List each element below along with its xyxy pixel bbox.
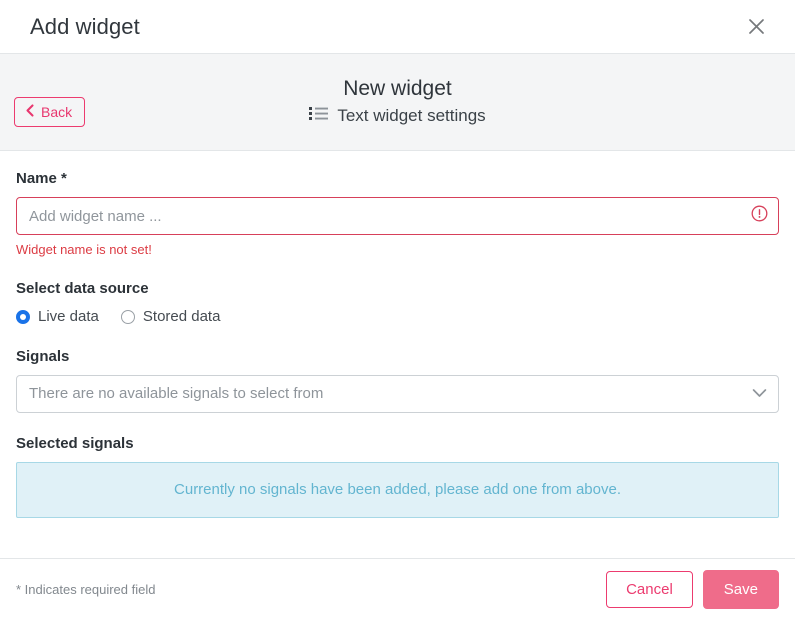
radio-stored-data-label: Stored data bbox=[142, 308, 221, 325]
radio-live-data-label: Live data bbox=[38, 308, 99, 325]
data-source-label: Select data source bbox=[16, 280, 149, 297]
close-icon bbox=[747, 17, 766, 36]
widget-subheader: Back New widget Text widget settings bbox=[0, 54, 795, 151]
data-source-radio-row: Live data Stored data bbox=[16, 307, 779, 326]
close-button[interactable] bbox=[739, 10, 773, 44]
data-source-group: Select data source Live data Stored data bbox=[16, 279, 779, 326]
name-error-message: Widget name is not set! bbox=[16, 242, 152, 257]
cancel-button[interactable]: Cancel bbox=[606, 571, 693, 608]
selected-signals-empty-message: Currently no signals have been added, pl… bbox=[174, 481, 621, 498]
subheader-center: New widget Text widget settings bbox=[309, 76, 486, 127]
selected-signals-label: Selected signals bbox=[16, 435, 134, 452]
dialog-footer: * Indicates required field Cancel Save bbox=[0, 558, 795, 620]
name-field-group: Name * Widget name is not set! bbox=[16, 169, 779, 258]
back-button[interactable]: Back bbox=[14, 97, 86, 127]
widget-settings-subtitle: Text widget settings bbox=[309, 105, 486, 127]
dialog-titlebar: Add widget bbox=[0, 0, 795, 54]
name-label: Name * bbox=[16, 170, 67, 187]
widget-settings-subtitle-label: Text widget settings bbox=[337, 105, 486, 125]
chevron-left-icon bbox=[25, 103, 35, 121]
radio-live-data[interactable]: Live data bbox=[16, 307, 99, 326]
radio-live-data-indicator[interactable] bbox=[16, 309, 30, 324]
dialog-title: Add widget bbox=[30, 13, 140, 39]
list-icon bbox=[309, 105, 329, 127]
name-input[interactable] bbox=[16, 197, 779, 235]
radio-stored-data[interactable]: Stored data bbox=[120, 307, 221, 326]
name-input-wrap bbox=[16, 197, 779, 235]
footer-actions: Cancel Save bbox=[606, 570, 779, 609]
signals-select[interactable]: There are no available signals to select… bbox=[16, 375, 779, 413]
radio-stored-data-indicator[interactable] bbox=[120, 309, 135, 324]
new-widget-title: New widget bbox=[343, 76, 452, 100]
dialog-body: Name * Widget name is not set! Select da… bbox=[0, 151, 795, 558]
exclamation-circle-icon bbox=[751, 205, 768, 227]
selected-signals-group: Selected signals Currently no signals ha… bbox=[16, 434, 779, 518]
selected-signals-empty-box: Currently no signals have been added, pl… bbox=[16, 462, 779, 518]
signals-label: Signals bbox=[16, 348, 70, 365]
signals-group: Signals There are no available signals t… bbox=[16, 347, 779, 413]
save-button[interactable]: Save bbox=[702, 570, 779, 609]
back-button-label: Back bbox=[41, 104, 73, 120]
add-widget-dialog: Add widget Back New widget Text widget s… bbox=[0, 0, 795, 620]
required-field-note: * Indicates required field bbox=[16, 582, 156, 597]
signals-select-wrap: There are no available signals to select… bbox=[16, 375, 779, 413]
